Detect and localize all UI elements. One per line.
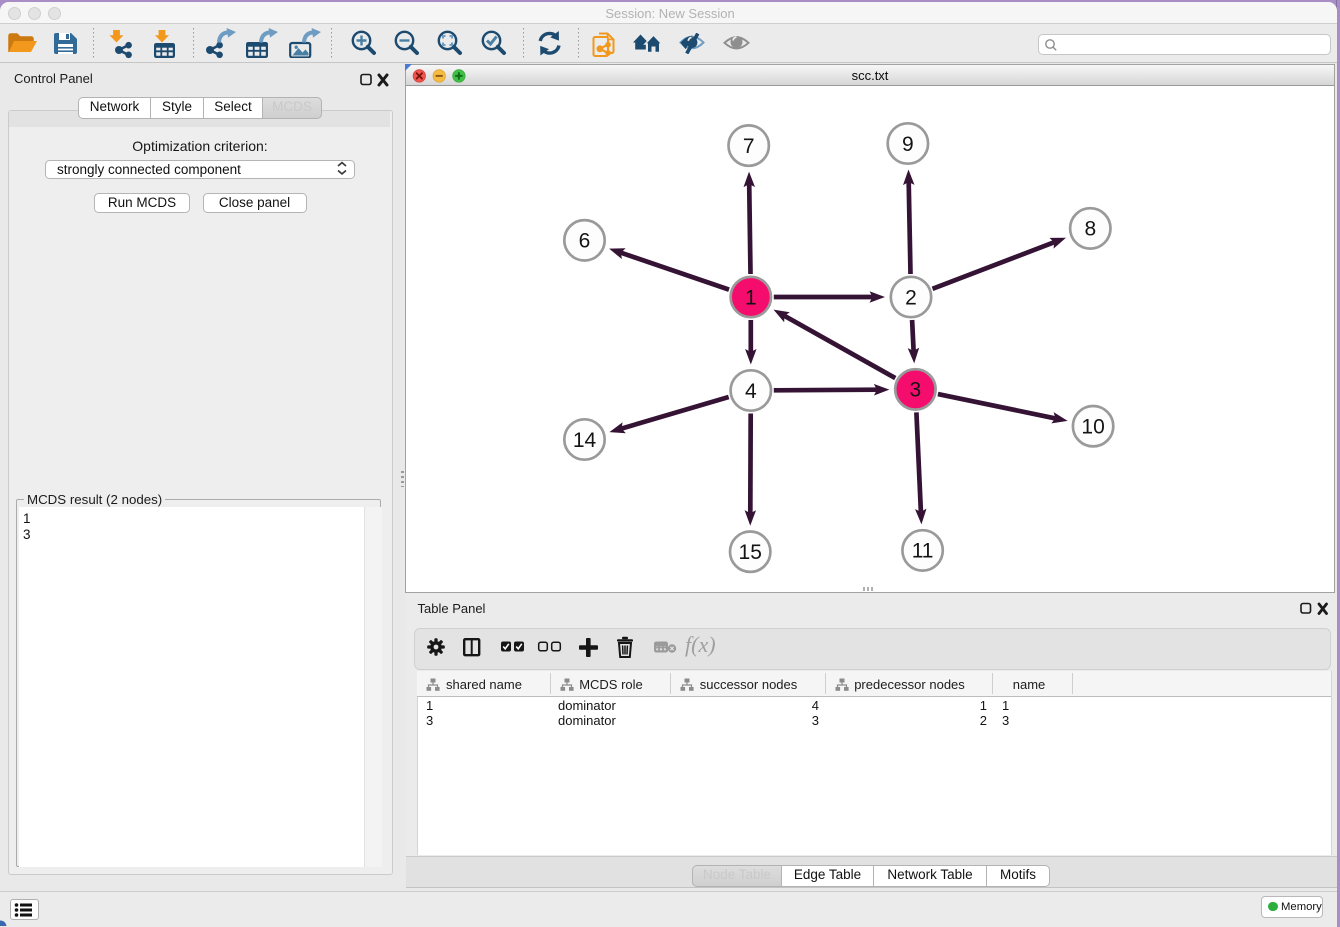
svg-text:1: 1 <box>745 286 757 309</box>
svg-text:8: 8 <box>1084 218 1096 241</box>
svg-text:14: 14 <box>573 429 597 452</box>
svg-text:6: 6 <box>579 230 591 253</box>
svg-text:15: 15 <box>739 541 762 564</box>
svg-text:7: 7 <box>743 135 755 158</box>
svg-text:10: 10 <box>1081 416 1104 439</box>
svg-text:9: 9 <box>902 133 914 156</box>
svg-text:4: 4 <box>745 380 757 403</box>
svg-text:11: 11 <box>912 540 934 563</box>
svg-text:3: 3 <box>910 379 922 402</box>
svg-text:2: 2 <box>905 286 917 309</box>
